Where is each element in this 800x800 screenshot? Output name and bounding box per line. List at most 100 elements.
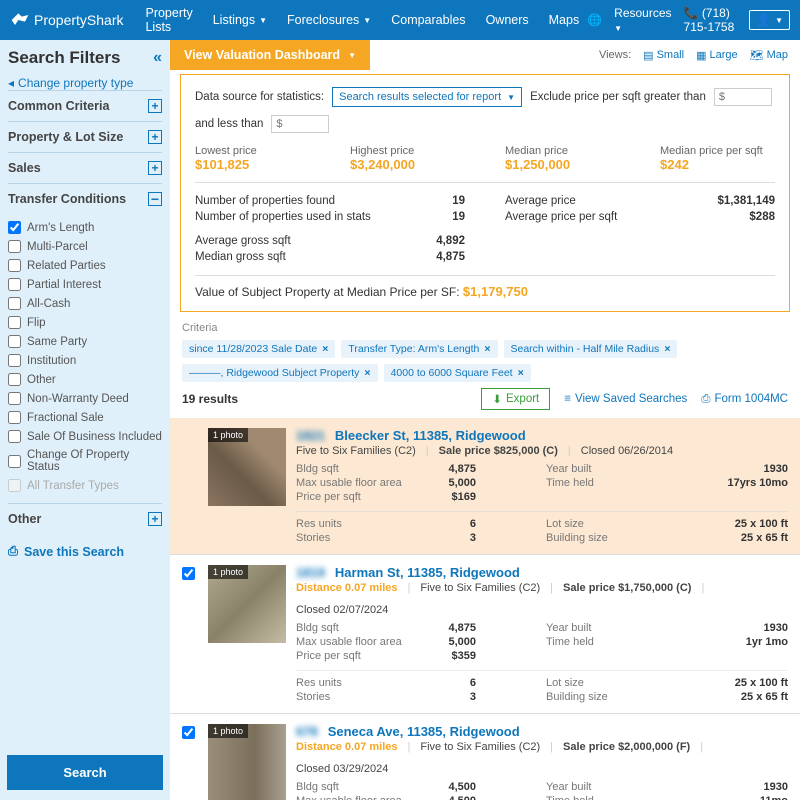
transfer-item[interactable]: Change Of Property Status (8, 446, 162, 476)
criteria-chip: 4000 to 6000 Square Feet× (384, 364, 531, 382)
checkbox[interactable] (8, 278, 21, 291)
nav-resources[interactable]: Resources ▼ (614, 6, 671, 34)
listing-photo[interactable]: 1 photo (208, 565, 286, 643)
excl-label-1: Exclude price per sqft greater than (530, 91, 706, 103)
stat-avgpsf-v: $288 (749, 211, 775, 223)
stat-medg-v: 4,875 (436, 251, 465, 263)
stat-nprops-v: 19 (452, 195, 465, 207)
checkbox[interactable] (8, 259, 21, 272)
listing-photo[interactable]: 1 photo (208, 428, 286, 506)
checkbox[interactable] (8, 392, 21, 405)
chip-remove-icon[interactable]: × (664, 343, 670, 355)
stats-box: Data source for statistics: Search resul… (180, 74, 790, 312)
globe-icon[interactable]: 🌐 (587, 13, 602, 27)
results-count: 19 results (182, 392, 238, 406)
nav-phone[interactable]: 📞 (718) 715-1758 (684, 6, 738, 34)
excl-lt-input[interactable] (271, 115, 329, 133)
stat-avgpsf-l: Average price per sqft (505, 211, 617, 223)
nav-right: 🌐 Resources ▼ 📞 (718) 715-1758 👤▼ (587, 6, 790, 34)
filter-lot[interactable]: Property & Lot Size+ (8, 121, 162, 152)
transfer-list: Arm's LengthMulti-ParcelRelated PartiesP… (8, 214, 162, 503)
criteria-chip: since 11/28/2023 Sale Date× (182, 340, 335, 358)
checkbox[interactable] (8, 430, 21, 443)
view-saved-searches[interactable]: ≡ View Saved Searches (564, 388, 687, 410)
chip-remove-icon[interactable]: × (364, 367, 370, 379)
chip-remove-icon[interactable]: × (484, 343, 490, 355)
checkbox[interactable] (8, 354, 21, 367)
transfer-item[interactable]: Non-Warranty Deed (8, 389, 162, 408)
listing-photo[interactable]: 1 photo (208, 724, 286, 800)
listing-address[interactable]: Bleecker St, 11385, Ridgewood (335, 428, 526, 443)
save-icon: ⎙ (8, 544, 18, 559)
filter-sales[interactable]: Sales+ (8, 152, 162, 183)
nav-owners[interactable]: Owners (478, 0, 537, 44)
filter-common[interactable]: Common Criteria+ (8, 90, 162, 121)
criteria-chips: since 11/28/2023 Sale Date× Transfer Type… (182, 340, 788, 382)
nav-comparables[interactable]: Comparables (383, 0, 473, 44)
transfer-item[interactable]: Same Party (8, 332, 162, 351)
plus-icon: + (148, 512, 162, 526)
view-map[interactable]: 🗺 Map (750, 49, 788, 62)
logo[interactable]: PropertyShark (10, 10, 123, 30)
listing-distance: Distance 0.07 miles (296, 582, 398, 594)
transfer-item[interactable]: Other (8, 370, 162, 389)
checkbox[interactable] (8, 297, 21, 310)
transfer-item[interactable]: Related Parties (8, 256, 162, 275)
user-menu[interactable]: 👤▼ (749, 10, 790, 30)
ds-select[interactable]: Search results selected for report▼ (332, 87, 522, 107)
transfer-item[interactable]: Institution (8, 351, 162, 370)
listing-distance: Distance 0.07 miles (296, 741, 398, 753)
sidebar-title: Search Filters« (8, 48, 162, 68)
transfer-item[interactable]: Arm's Length (8, 218, 162, 237)
checkbox[interactable] (8, 479, 21, 492)
checkbox[interactable] (8, 455, 21, 468)
transfer-item[interactable]: Sale Of Business Included (8, 427, 162, 446)
transfer-item[interactable]: Multi-Parcel (8, 237, 162, 256)
plus-icon: + (148, 130, 162, 144)
listing-row: 1 photo678Seneca Ave, 11385, RidgewoodDi… (170, 713, 800, 800)
listing-sale: Sale price $2,000,000 (F) (563, 741, 690, 753)
valuation-dashboard-button[interactable]: View Valuation Dashboard▼ (170, 40, 370, 70)
minus-icon: − (148, 192, 162, 206)
form-1004mc[interactable]: ⎙ Form 1004MC (701, 388, 788, 410)
view-large[interactable]: ▦ Large (696, 49, 738, 62)
stat-avgp-l: Average price (505, 195, 576, 207)
addr-blur: 1821 (296, 428, 325, 443)
transfer-item[interactable]: Fractional Sale (8, 408, 162, 427)
view-small[interactable]: ▤ Small (643, 49, 684, 62)
save-search[interactable]: ⎙Save this Search (8, 544, 162, 559)
checkbox[interactable] (8, 373, 21, 386)
filter-transfer[interactable]: Transfer Conditions− (8, 183, 162, 214)
nav-property-lists[interactable]: Property Lists (137, 0, 200, 44)
nav-maps[interactable]: Maps (541, 0, 588, 44)
nav-listings[interactable]: Listings▼ (205, 0, 275, 44)
listing-address[interactable]: Harman St, 11385, Ridgewood (335, 565, 520, 580)
filter-other[interactable]: Other+ (8, 503, 162, 534)
search-button[interactable]: Search (7, 755, 163, 790)
stat-nprops-l: Number of properties found (195, 195, 335, 207)
checkbox[interactable] (8, 221, 21, 234)
listing-checkbox[interactable] (182, 567, 195, 580)
chevron-down-icon: ▼ (348, 51, 356, 60)
transfer-item[interactable]: Partial Interest (8, 275, 162, 294)
checkbox[interactable] (8, 240, 21, 253)
stat-lowest-val: $101,825 (195, 157, 310, 172)
transfer-item[interactable]: Flip (8, 313, 162, 332)
checkbox[interactable] (8, 316, 21, 329)
change-property-type[interactable]: ◂ Change property type (8, 76, 162, 90)
export-button[interactable]: ⬇ Export (481, 388, 550, 410)
transfer-item[interactable]: All-Cash (8, 294, 162, 313)
stat-nused-v: 19 (452, 211, 465, 223)
chip-remove-icon[interactable]: × (322, 343, 328, 355)
transfer-item[interactable]: All Transfer Types (8, 476, 162, 495)
collapse-icon[interactable]: « (153, 49, 162, 67)
checkbox[interactable] (8, 411, 21, 424)
listing-checkbox[interactable] (182, 726, 195, 739)
nav-foreclosures[interactable]: Foreclosures▼ (279, 0, 379, 44)
listing-address[interactable]: Seneca Ave, 11385, Ridgewood (328, 724, 520, 739)
results-bar: 19 results ⬇ Export ≡ View Saved Searche… (170, 388, 800, 418)
criteria-chip: Transfer Type: Arm's Length× (341, 340, 497, 358)
checkbox[interactable] (8, 335, 21, 348)
chip-remove-icon[interactable]: × (518, 367, 524, 379)
excl-gt-input[interactable] (714, 88, 772, 106)
